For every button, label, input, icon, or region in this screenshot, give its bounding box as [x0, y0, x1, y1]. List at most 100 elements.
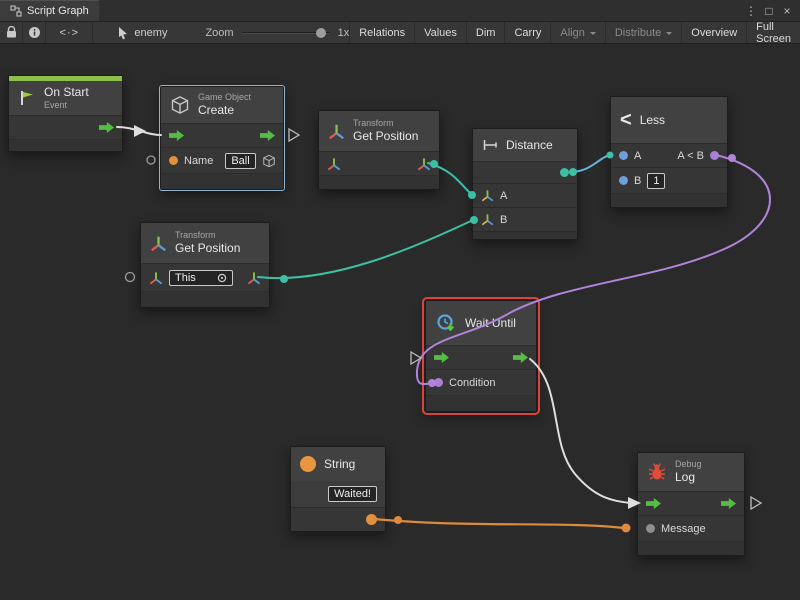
transform-icon: [150, 235, 167, 252]
position-output-port[interactable]: [247, 271, 261, 285]
flag-icon: [18, 89, 36, 107]
distance-output-port[interactable]: [560, 168, 569, 177]
flow-in-port[interactable]: [646, 498, 661, 509]
unconnected-value-circle: [147, 156, 155, 164]
node-string[interactable]: String Waited!: [290, 446, 386, 532]
values-button[interactable]: Values: [414, 22, 466, 43]
unconnected-flow-triangle: [289, 129, 299, 141]
distribute-label: Distribute: [615, 27, 661, 39]
zoom-slider[interactable]: [242, 26, 330, 40]
bug-icon: [647, 462, 667, 482]
wire-string-to-message: [374, 519, 624, 528]
cube-icon[interactable]: [262, 154, 276, 168]
b-value-field[interactable]: 1: [647, 173, 665, 189]
node-game-object-create[interactable]: Game Object Create Name Ball: [160, 86, 284, 190]
graph-canvas[interactable]: On Start Event Game Object Create: [0, 44, 800, 600]
node-title: Wait Until: [465, 316, 516, 330]
maximize-icon[interactable]: □: [760, 1, 778, 21]
node-category: Transform: [353, 118, 418, 129]
node-get-position-left[interactable]: Transform Get Position This: [140, 222, 270, 308]
transform-icon: [328, 123, 345, 140]
zoom-slider-handle[interactable]: [316, 28, 326, 38]
script-graph-window: Script Graph ⋮ □ × <·>: [0, 0, 800, 600]
lock-button[interactable]: [0, 22, 23, 43]
less-a-input-port[interactable]: [619, 151, 628, 160]
port-label: Message: [661, 523, 706, 535]
name-input-port[interactable]: [169, 156, 178, 165]
relations-button[interactable]: Relations: [349, 22, 414, 43]
node-on-start[interactable]: On Start Event: [8, 75, 123, 152]
flow-out-port[interactable]: [513, 352, 528, 363]
node-wait-until[interactable]: Wait Until Condition: [425, 300, 537, 412]
vector-input-port-b[interactable]: [481, 213, 494, 226]
node-title: Get Position: [353, 129, 418, 143]
node-less[interactable]: < Less A A < B B 1: [610, 96, 728, 208]
unconnected-value-circle: [126, 273, 135, 282]
flow-out-port[interactable]: [99, 122, 114, 133]
unconnected-flow-triangle: [411, 352, 421, 364]
condition-input-port[interactable]: [434, 378, 443, 387]
close-icon[interactable]: ×: [778, 1, 796, 21]
flow-in-port[interactable]: [434, 352, 449, 363]
less-icon: <: [620, 110, 632, 130]
graph-pointer[interactable]: enemy: [117, 22, 167, 43]
target-value-field[interactable]: This: [169, 270, 233, 286]
flow-out-port[interactable]: [260, 130, 275, 141]
dim-button[interactable]: Dim: [466, 22, 505, 43]
less-b-input-port[interactable]: [619, 176, 628, 185]
wire-getpos-to-distance-b: [258, 220, 473, 278]
vector-input-port-a[interactable]: [481, 189, 494, 202]
target-picker-icon[interactable]: [217, 273, 227, 283]
transform-input-port[interactable]: [149, 271, 163, 285]
node-debug-log[interactable]: Debug Log Message: [637, 452, 745, 556]
wire-arrowhead: [134, 125, 146, 137]
distance-icon: [482, 137, 498, 153]
node-footer: [611, 193, 727, 207]
flow-in-port[interactable]: [169, 130, 184, 141]
node-title: Distance: [506, 138, 553, 152]
unconnected-flow-triangle: [751, 497, 761, 509]
cursor-icon: [117, 26, 129, 40]
zoom-control: Zoom 1x: [205, 22, 349, 43]
node-footer: [9, 139, 122, 151]
fit-graph-glyph: <·>: [60, 27, 80, 39]
window-menu-icon[interactable]: ⋮: [742, 1, 760, 21]
fit-graph-button[interactable]: <·>: [46, 22, 93, 43]
string-value-field[interactable]: Waited!: [328, 486, 377, 502]
carry-button[interactable]: Carry: [504, 22, 550, 43]
less-output-port[interactable]: [710, 151, 719, 160]
port-label: B: [634, 175, 641, 187]
node-category: Game Object: [198, 92, 251, 103]
distribute-button[interactable]: Distribute: [605, 22, 681, 43]
string-output-port[interactable]: [366, 514, 377, 525]
message-input-port[interactable]: [646, 524, 655, 533]
node-footer: [638, 541, 744, 555]
port-label: A: [500, 190, 507, 202]
node-distance[interactable]: Distance A B: [472, 128, 578, 240]
overview-button[interactable]: Overview: [681, 22, 746, 43]
node-footer: [319, 175, 439, 189]
string-icon: [300, 456, 316, 472]
info-button[interactable]: [23, 22, 46, 43]
zoom-value: 1x: [338, 27, 350, 39]
cube-icon: [170, 95, 190, 115]
toolbar-buttons: Relations Values Dim Carry Align Distrib…: [349, 22, 800, 43]
node-title: On Start: [44, 85, 89, 99]
node-title: Log: [675, 470, 702, 484]
node-footer: [426, 395, 536, 411]
chevron-down-icon: [590, 32, 596, 38]
position-output-port[interactable]: [417, 157, 431, 171]
node-title: Get Position: [175, 241, 240, 255]
align-button[interactable]: Align: [550, 22, 604, 43]
transform-input-port[interactable]: [327, 157, 341, 171]
name-value-field[interactable]: Ball: [225, 153, 255, 169]
info-icon: [28, 26, 41, 39]
script-graph-icon: [10, 5, 22, 17]
wire-onstart-to-create: [117, 127, 161, 135]
node-footer: [161, 173, 283, 189]
tab-script-graph[interactable]: Script Graph: [0, 0, 99, 21]
full-screen-button[interactable]: Full Screen: [746, 22, 800, 43]
flow-out-port[interactable]: [721, 498, 736, 509]
lock-icon: [6, 26, 17, 39]
node-get-position-top[interactable]: Transform Get Position: [318, 110, 440, 190]
